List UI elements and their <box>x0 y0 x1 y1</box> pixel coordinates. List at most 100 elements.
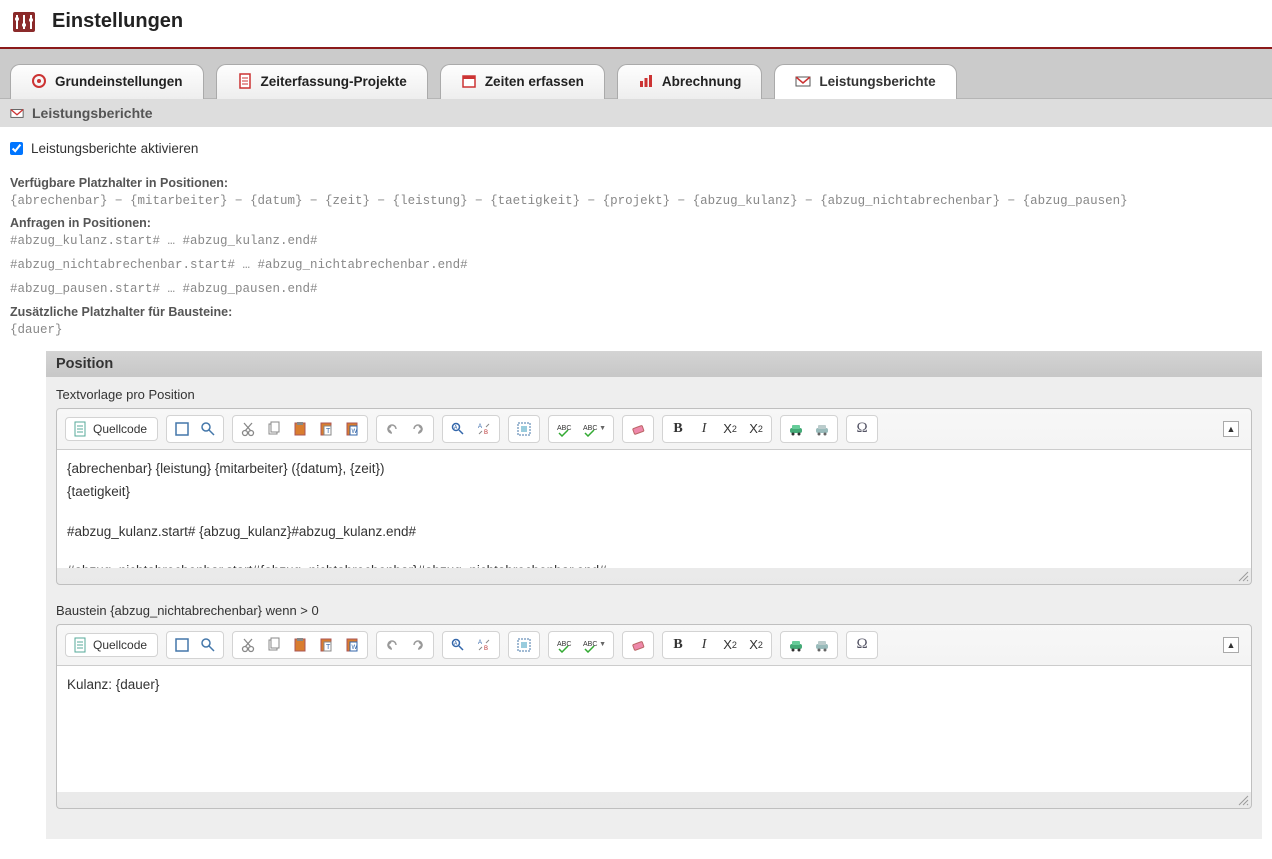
maximize-icon[interactable] <box>170 418 194 440</box>
source-button[interactable]: Quellcode <box>65 417 158 441</box>
superscript-icon[interactable]: X2 <box>744 634 768 656</box>
plugin-gray-icon[interactable] <box>810 634 834 656</box>
spellcheck-dropdown-icon[interactable]: ABC▼ <box>578 418 610 440</box>
spellcheck-icon[interactable]: ABC <box>552 418 576 440</box>
tab-label: Zeiterfassung-Projekte <box>261 74 407 89</box>
spellcheck-dropdown-icon[interactable]: ABC▼ <box>578 634 610 656</box>
editor-footer <box>57 568 1251 584</box>
paste-text-icon[interactable]: T <box>314 418 338 440</box>
italic-icon[interactable]: I <box>692 418 716 440</box>
extra-code: {dauer} <box>10 321 1262 339</box>
collapse-toolbar-icon[interactable]: ▲ <box>1223 421 1239 437</box>
tab-label: Zeiten erfassen <box>485 74 584 89</box>
tab-label: Leistungsberichte <box>819 74 935 89</box>
tab-grundeinstellungen[interactable]: Grundeinstellungen <box>10 64 204 99</box>
italic-icon[interactable]: I <box>692 634 716 656</box>
queries-line-1: #abzug_nichtabrechenbar.start# … #abzug_… <box>10 256 1262 274</box>
plugin-green-icon[interactable] <box>784 418 808 440</box>
resize-grip[interactable] <box>1235 792 1249 806</box>
activate-checkbox[interactable] <box>10 142 23 155</box>
cut-icon[interactable] <box>236 418 260 440</box>
undo-icon[interactable] <box>380 418 404 440</box>
collapse-toolbar-icon[interactable]: ▲ <box>1223 637 1239 653</box>
tab-abrechnung[interactable]: Abrechnung <box>617 64 763 99</box>
content-area: Leistungsberichte aktivieren Verfügbare … <box>0 127 1272 859</box>
select-all-icon[interactable] <box>512 634 536 656</box>
editor-label-2: Baustein {abzug_nichtabrechenbar} wenn >… <box>56 601 1252 624</box>
rich-text-editor-2: QuellcodeTWAABABCABC▼BIX2X2Ω▲ Kulanz: {d… <box>56 624 1252 809</box>
svg-text:B: B <box>484 430 488 436</box>
replace-icon[interactable]: AB <box>472 418 496 440</box>
section-title: Leistungsberichte <box>32 105 153 121</box>
editor-content-area[interactable]: {abrechenbar} {leistung} {mitarbeiter} (… <box>57 450 1251 568</box>
paste-icon[interactable] <box>288 634 312 656</box>
gear-icon <box>31 73 47 89</box>
queries-line-2: #abzug_pausen.start# … #abzug_pausen.end… <box>10 280 1262 298</box>
paste-word-icon[interactable]: W <box>340 634 364 656</box>
editor-section: Position Textvorlage pro Position Quellc… <box>46 351 1262 839</box>
copy-icon[interactable] <box>262 634 286 656</box>
paste-text-icon[interactable]: T <box>314 634 338 656</box>
spellcheck-icon[interactable]: ABC <box>552 634 576 656</box>
bold-icon[interactable]: B <box>666 634 690 656</box>
rich-text-editor-1: QuellcodeTWAABABCABC▼BIX2X2Ω▲ {abrechenb… <box>56 408 1252 585</box>
tab-zeiterfassung-projekte[interactable]: Zeiterfassung-Projekte <box>216 64 428 99</box>
page-title: Einstellungen <box>52 10 183 33</box>
editor-line: {taetigkeit} <box>67 481 1241 503</box>
placeholders-label: Verfügbare Platzhalter in Positionen: <box>10 176 1262 190</box>
plugin-green-icon[interactable] <box>784 634 808 656</box>
position-header: Position <box>46 351 1262 377</box>
chart-icon <box>638 73 654 89</box>
paste-word-icon[interactable]: W <box>340 418 364 440</box>
source-button[interactable]: Quellcode <box>65 633 158 657</box>
resize-grip[interactable] <box>1235 568 1249 582</box>
svg-text:B: B <box>484 646 488 652</box>
tab-bar: Grundeinstellungen Zeiterfassung-Projekt… <box>0 49 1272 99</box>
tab-label: Abrechnung <box>662 74 742 89</box>
copy-icon[interactable] <box>262 418 286 440</box>
undo-icon[interactable] <box>380 634 404 656</box>
svg-text:ABC: ABC <box>557 641 571 648</box>
queries-line-0: #abzug_kulanz.start# … #abzug_kulanz.end… <box>10 232 1262 250</box>
plugin-gray-icon[interactable] <box>810 418 834 440</box>
subscript-icon[interactable]: X2 <box>718 418 742 440</box>
remove-format-icon[interactable] <box>626 418 650 440</box>
editor-line: #abzug_kulanz.start# {abzug_kulanz}#abzu… <box>67 521 1241 543</box>
editor-content-area[interactable]: Kulanz: {dauer} <box>57 666 1251 792</box>
mail-icon <box>795 73 811 89</box>
page-header: Einstellungen <box>0 0 1272 49</box>
editor-label-1: Textvorlage pro Position <box>56 385 1252 408</box>
redo-icon[interactable] <box>406 634 430 656</box>
find-icon[interactable]: A <box>446 634 470 656</box>
cut-icon[interactable] <box>236 634 260 656</box>
activate-label: Leistungsberichte aktivieren <box>31 141 198 156</box>
redo-icon[interactable] <box>406 418 430 440</box>
bold-icon[interactable]: B <box>666 418 690 440</box>
remove-format-icon[interactable] <box>626 634 650 656</box>
special-char-icon[interactable]: Ω <box>850 418 874 440</box>
svg-text:W: W <box>352 645 358 651</box>
queries-label: Anfragen in Positionen: <box>10 216 1262 230</box>
activate-row: Leistungsberichte aktivieren <box>10 135 1262 170</box>
maximize-icon[interactable] <box>170 634 194 656</box>
tab-zeiten-erfassen[interactable]: Zeiten erfassen <box>440 64 605 99</box>
svg-text:T: T <box>326 428 331 435</box>
show-blocks-icon[interactable] <box>196 634 220 656</box>
paste-icon[interactable] <box>288 418 312 440</box>
placeholders-code: {abrechenbar} − {mitarbeiter} − {datum} … <box>10 192 1262 210</box>
superscript-icon[interactable]: X2 <box>744 418 768 440</box>
select-all-icon[interactable] <box>512 418 536 440</box>
find-icon[interactable]: A <box>446 418 470 440</box>
show-blocks-icon[interactable] <box>196 418 220 440</box>
editor-panel: Textvorlage pro Position QuellcodeTWAABA… <box>46 377 1262 839</box>
editor-line: #abzug_nichtabrechenbar.start#{abzug_nic… <box>67 560 1241 567</box>
editor-toolbar: QuellcodeTWAABABCABC▼BIX2X2Ω▲ <box>57 625 1251 666</box>
special-char-icon[interactable]: Ω <box>850 634 874 656</box>
calendar-icon <box>461 73 477 89</box>
editor-toolbar: QuellcodeTWAABABCABC▼BIX2X2Ω▲ <box>57 409 1251 450</box>
svg-text:ABC: ABC <box>583 425 597 432</box>
svg-text:A: A <box>478 424 482 430</box>
replace-icon[interactable]: AB <box>472 634 496 656</box>
tab-leistungsberichte[interactable]: Leistungsberichte <box>774 64 956 99</box>
subscript-icon[interactable]: X2 <box>718 634 742 656</box>
